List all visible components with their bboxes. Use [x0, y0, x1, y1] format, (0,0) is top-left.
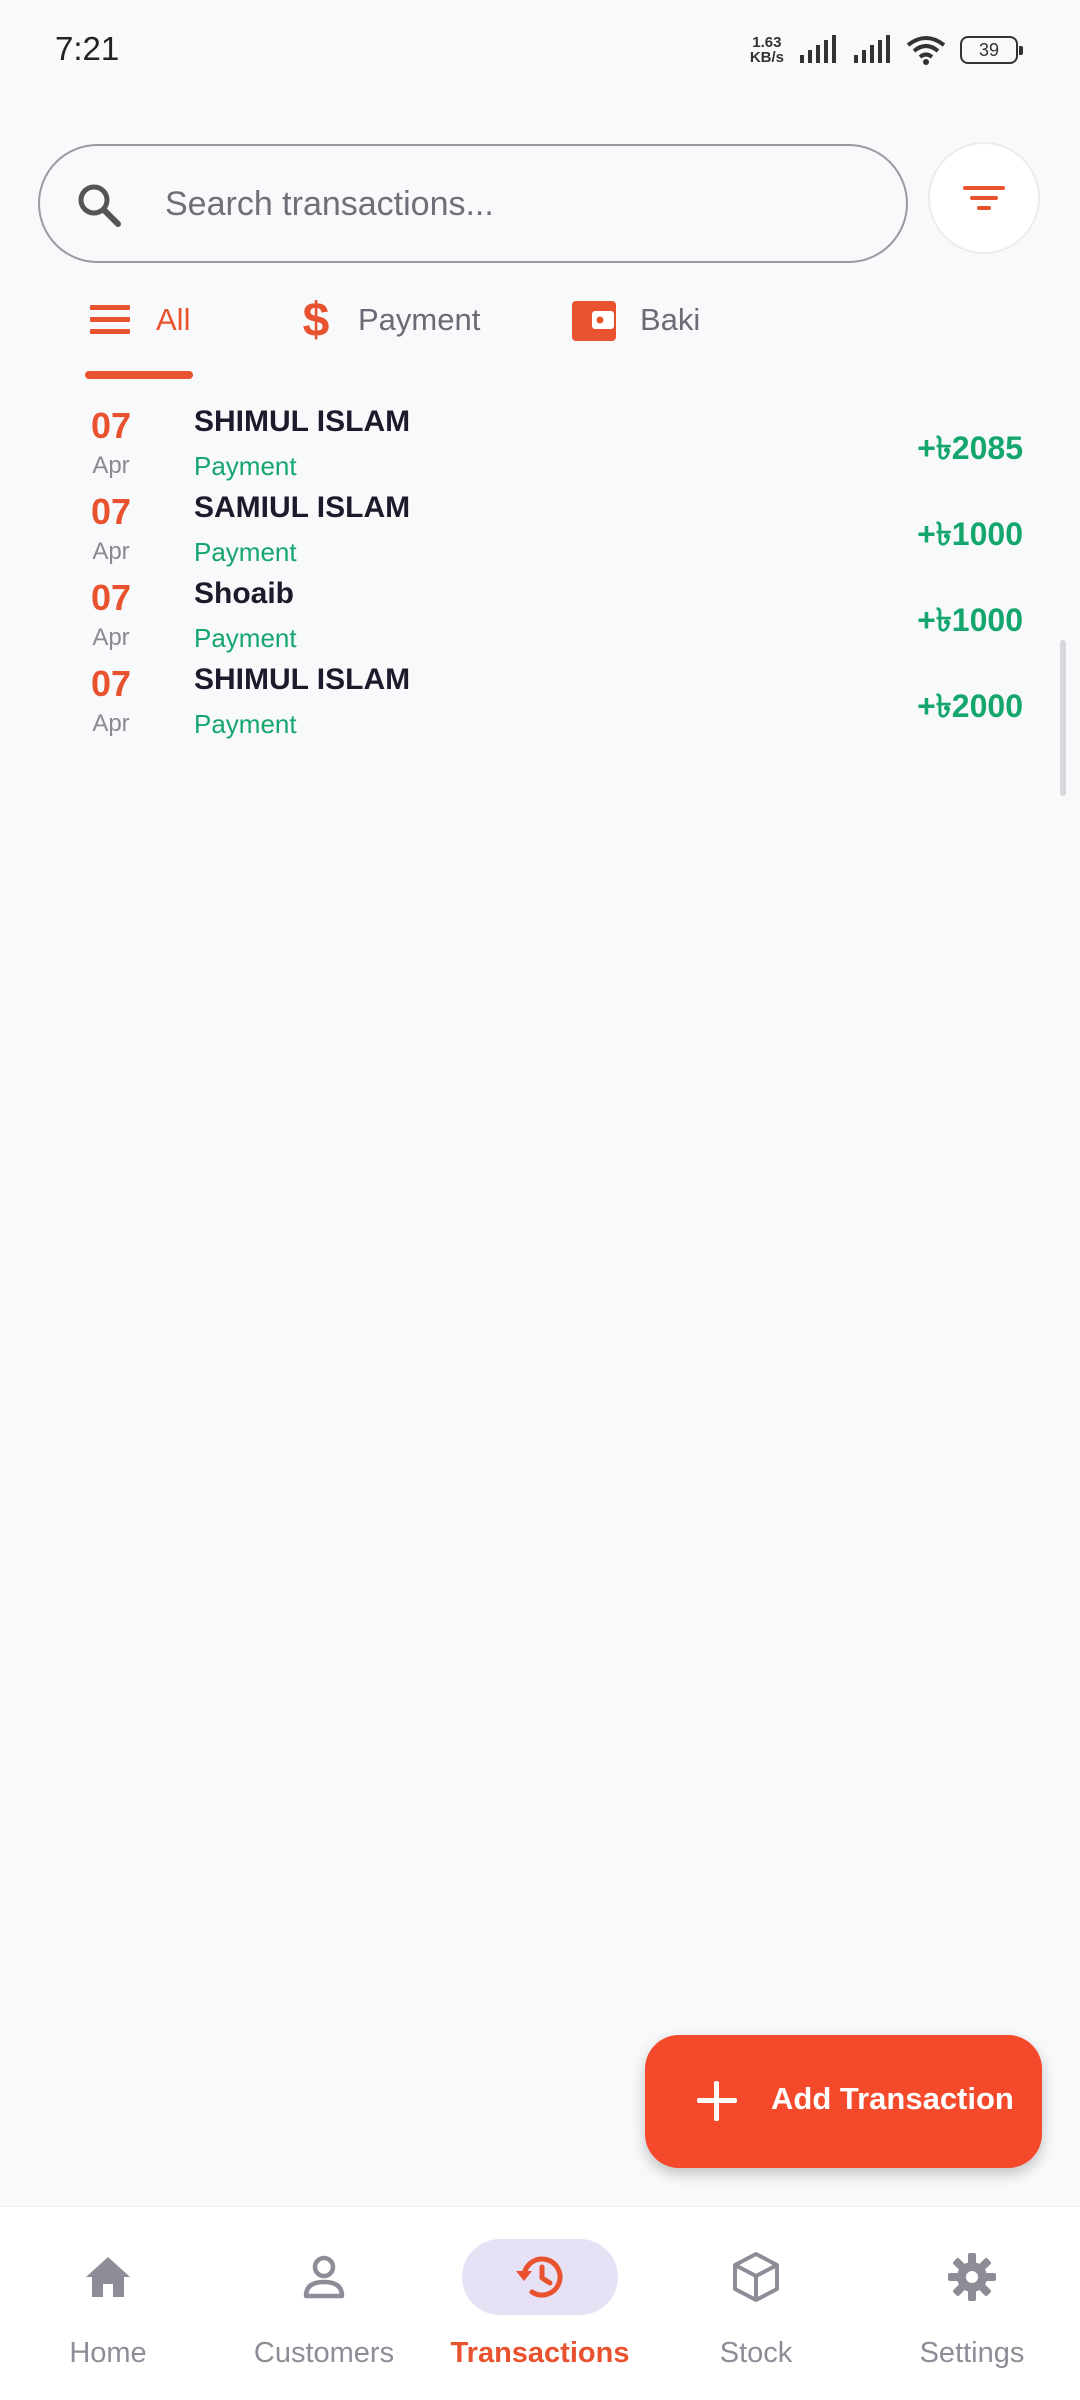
transaction-month: Apr: [92, 710, 130, 737]
nav-transactions-icon-wrap: [462, 2239, 618, 2315]
nav-customers-icon-wrap: [246, 2239, 402, 2315]
nav-transactions[interactable]: Transactions: [432, 2207, 648, 2400]
transaction-row[interactable]: 07 Apr SHIMUL ISLAM Payment +৳2000: [0, 653, 1080, 739]
tab-all[interactable]: All: [88, 280, 190, 360]
transaction-row[interactable]: 07 Apr Shoaib Payment +৳1000: [0, 567, 1080, 653]
signal-icon: [854, 35, 890, 63]
status-icons: 1.63 KB/s 39: [750, 30, 1023, 70]
search-input[interactable]: [165, 166, 865, 242]
network-speed: 1.63 KB/s: [750, 35, 784, 65]
transaction-type: Payment: [194, 451, 297, 481]
nav-home-label: Home: [69, 2337, 147, 2369]
nav-stock-icon-wrap: [678, 2239, 834, 2315]
transaction-type-tabs: All $ Payment Baki: [0, 280, 1080, 380]
transaction-type: Payment: [194, 537, 297, 567]
transaction-name: SAMIUL ISLAM: [194, 491, 411, 524]
status-time: 7:21: [55, 30, 120, 67]
nav-home[interactable]: Home: [0, 2207, 216, 2400]
transaction-day: 07: [90, 405, 132, 446]
transaction-name: SHIMUL ISLAM: [194, 405, 411, 438]
transaction-month: Apr: [92, 452, 130, 479]
gear-icon: [948, 2253, 996, 2301]
transaction-list: 07 Apr SHIMUL ISLAM Payment +৳2085 07 Ap…: [0, 395, 1080, 739]
dollar-icon: $: [303, 294, 330, 346]
bottom-navigation: Home Customers Transactions Stock Settin…: [0, 2206, 1080, 2400]
filter-button[interactable]: [928, 142, 1040, 254]
transaction-month: Apr: [92, 624, 130, 651]
transaction-name: SHIMUL ISLAM: [194, 663, 411, 696]
nav-settings-icon-wrap: [894, 2239, 1050, 2315]
battery-level: 39: [978, 39, 1000, 60]
plus-icon: [697, 2081, 737, 2121]
transaction-day: 07: [90, 663, 132, 704]
menu-lines-icon: [90, 305, 130, 334]
transaction-name: Shoaib: [194, 577, 295, 610]
transaction-amount: +৳2000: [917, 688, 1023, 724]
transaction-amount: +৳1000: [917, 602, 1023, 638]
nav-home-icon-wrap: [30, 2239, 186, 2315]
transaction-type: Payment: [194, 709, 297, 739]
tab-payment[interactable]: $ Payment: [296, 280, 481, 360]
search-bar[interactable]: [38, 144, 908, 263]
nav-stock[interactable]: Stock: [648, 2207, 864, 2400]
nav-customers[interactable]: Customers: [216, 2207, 432, 2400]
nav-settings-label: Settings: [919, 2337, 1025, 2369]
transaction-row[interactable]: 07 Apr SHIMUL ISLAM Payment +৳2085: [0, 395, 1080, 481]
wifi-icon: [906, 36, 946, 65]
nav-transactions-label: Transactions: [450, 2337, 630, 2369]
wallet-icon: [572, 301, 616, 341]
transaction-row[interactable]: 07 Apr SAMIUL ISLAM Payment +৳1000: [0, 481, 1080, 567]
tab-baki-label: Baki: [640, 302, 701, 337]
person-icon: [303, 2255, 345, 2299]
tab-all-label: All: [156, 302, 191, 337]
tab-payment-label: Payment: [358, 302, 481, 337]
tab-baki[interactable]: Baki: [570, 280, 700, 360]
box-icon: [733, 2252, 779, 2302]
transaction-amount: +৳2085: [917, 430, 1023, 466]
transactions-screen: 7:21 1.63 KB/s 39 Search transactions...…: [0, 0, 1080, 2400]
battery-icon: 39: [960, 36, 1023, 64]
status-bar: 7:21 1.63 KB/s 39: [0, 0, 1080, 100]
signal-icon: [800, 35, 836, 63]
network-speed-value: 1.63: [752, 34, 782, 51]
transaction-day: 07: [90, 491, 132, 532]
nav-settings[interactable]: Settings: [864, 2207, 1080, 2400]
transaction-amount: +৳1000: [917, 516, 1023, 552]
nav-customers-label: Customers: [253, 2337, 395, 2369]
history-icon: [516, 2256, 563, 2298]
network-speed-unit: KB/s: [749, 49, 784, 66]
home-icon: [86, 2257, 130, 2297]
scrollbar-thumb[interactable]: [1060, 640, 1066, 796]
transaction-type: Payment: [194, 623, 297, 653]
transaction-month: Apr: [92, 538, 130, 565]
tab-indicator: [85, 371, 193, 379]
svg-text:$: $: [303, 294, 330, 346]
add-transaction-button[interactable]: Add Transaction: [645, 2035, 1042, 2168]
search-icon: [78, 184, 121, 227]
add-transaction-label: Add Transaction: [771, 2081, 1014, 2116]
nav-stock-label: Stock: [719, 2337, 793, 2369]
transaction-day: 07: [90, 577, 132, 618]
filter-icon: [963, 186, 1005, 210]
